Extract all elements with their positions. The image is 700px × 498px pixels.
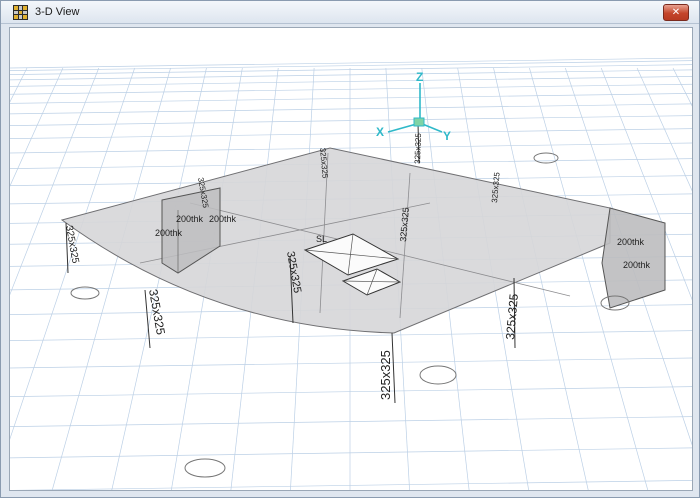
close-button[interactable]: ✕ [663,4,689,21]
grid-app-icon [13,5,28,20]
window-title: 3-D View [35,6,80,18]
column-label-left: 325x325 [146,288,168,336]
three-d-view-window: 3-D View ✕ SL 325x325 325x325 325x325 32… [0,0,700,498]
wall-label-right-2: 200thk [623,260,651,270]
wall-label-left-3: 200thk [155,228,183,238]
column-label-back: 325x325 [413,133,423,165]
axis-label-x: X [376,125,384,139]
close-icon[interactable]: ✕ [664,5,688,20]
column-label-front: 325x325 [378,350,393,400]
wall-label-left-1: 200thk [176,214,204,224]
wall-label-right-1: 200thk [617,237,645,247]
model-viewport[interactable]: SL 325x325 325x325 325x325 325x325 325x3… [9,27,693,491]
slab-label: SL [316,234,327,244]
shear-wall-right[interactable] [601,207,666,309]
axis-label-z: Z [416,70,423,84]
model-canvas[interactable]: SL 325x325 325x325 325x325 325x325 325x3… [10,28,692,490]
wall-label-left-2: 200thk [209,214,237,224]
axis-label-y: Y [443,129,451,143]
title-bar[interactable]: 3-D View ✕ [1,1,699,24]
